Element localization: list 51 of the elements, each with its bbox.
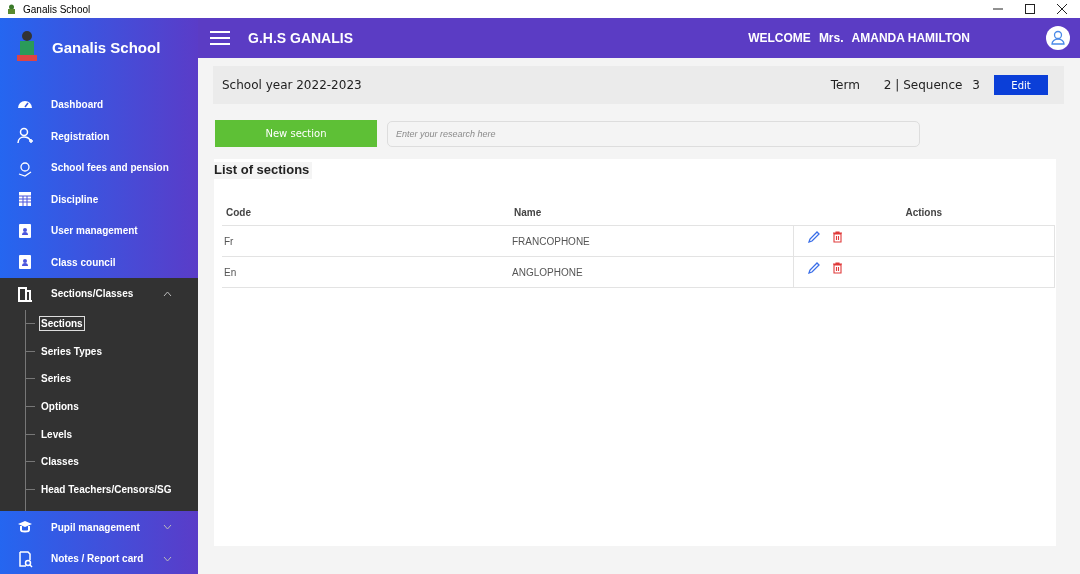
- table-title: List of sections: [211, 162, 313, 179]
- table-cell: En: [222, 256, 510, 288]
- menu-icon[interactable]: [210, 30, 230, 46]
- column-header: Name: [510, 199, 793, 226]
- edit-button[interactable]: Edit: [994, 75, 1048, 95]
- nav-item[interactable]: Pupil management: [0, 511, 198, 543]
- nav-item[interactable]: Dashboard: [0, 89, 198, 121]
- submenu-item[interactable]: Classes: [40, 455, 80, 469]
- user-avatar-icon[interactable]: [1046, 26, 1070, 50]
- submenu-item[interactable]: Series: [40, 372, 73, 386]
- school-title: G.H.S GANALIS: [248, 30, 354, 46]
- id-badge-icon: [16, 221, 34, 240]
- submenu-item[interactable]: Series Types: [40, 344, 103, 358]
- logo-icon: [14, 31, 40, 63]
- search-field[interactable]: Enter your research here: [387, 120, 920, 147]
- submenu-item[interactable]: Levels: [40, 427, 74, 441]
- app-icon: [6, 3, 17, 15]
- column-header: Actions: [793, 199, 1055, 226]
- nav-item[interactable]: Sections/Classes: [0, 278, 198, 310]
- trash-icon[interactable]: [831, 231, 843, 243]
- nav-item[interactable]: Discipline: [0, 183, 198, 215]
- term-sequence-text: 2 | Sequence: [883, 78, 963, 92]
- table-cell: FRANCOPHONE: [510, 225, 793, 257]
- trash-icon[interactable]: [831, 262, 843, 274]
- brand-name: Ganalis School: [52, 38, 161, 56]
- nav-item[interactable]: User management: [0, 215, 198, 247]
- window-title: Ganalis School: [23, 3, 91, 15]
- school-year-text: School year 2022-2023: [222, 78, 363, 92]
- id-badge-icon: [16, 253, 34, 272]
- nav-item[interactable]: Notes / Report card: [0, 542, 198, 574]
- document-search-icon: [16, 549, 34, 568]
- submenu-item[interactable]: Sections: [40, 316, 84, 330]
- submenu-item[interactable]: Options: [40, 399, 80, 413]
- pencil-icon[interactable]: [807, 231, 820, 243]
- table-cell: ANGLOPHONE: [510, 256, 793, 288]
- term-label: Term: [830, 78, 860, 92]
- welcome-text: WELCOME: [748, 31, 811, 45]
- submenu-item[interactable]: Head Teachers/Censors/SG: [40, 482, 173, 496]
- close-icon[interactable]: [1056, 3, 1068, 15]
- salutation-text: Mrs.: [818, 31, 844, 45]
- nav-item[interactable]: Registration: [0, 120, 198, 152]
- user-name: AMANDA HAMILTON: [851, 31, 970, 45]
- calculator-icon: [16, 190, 34, 209]
- table-cell: Fr: [222, 225, 510, 257]
- column-header: Code: [222, 199, 510, 226]
- building-icon: [16, 284, 34, 303]
- maximize-icon[interactable]: [1024, 3, 1036, 15]
- sequence-value: 3: [972, 78, 980, 92]
- nav-item[interactable]: School fees and pension: [0, 152, 198, 184]
- nav-item[interactable]: Class council: [0, 246, 198, 278]
- pencil-icon[interactable]: [807, 262, 820, 274]
